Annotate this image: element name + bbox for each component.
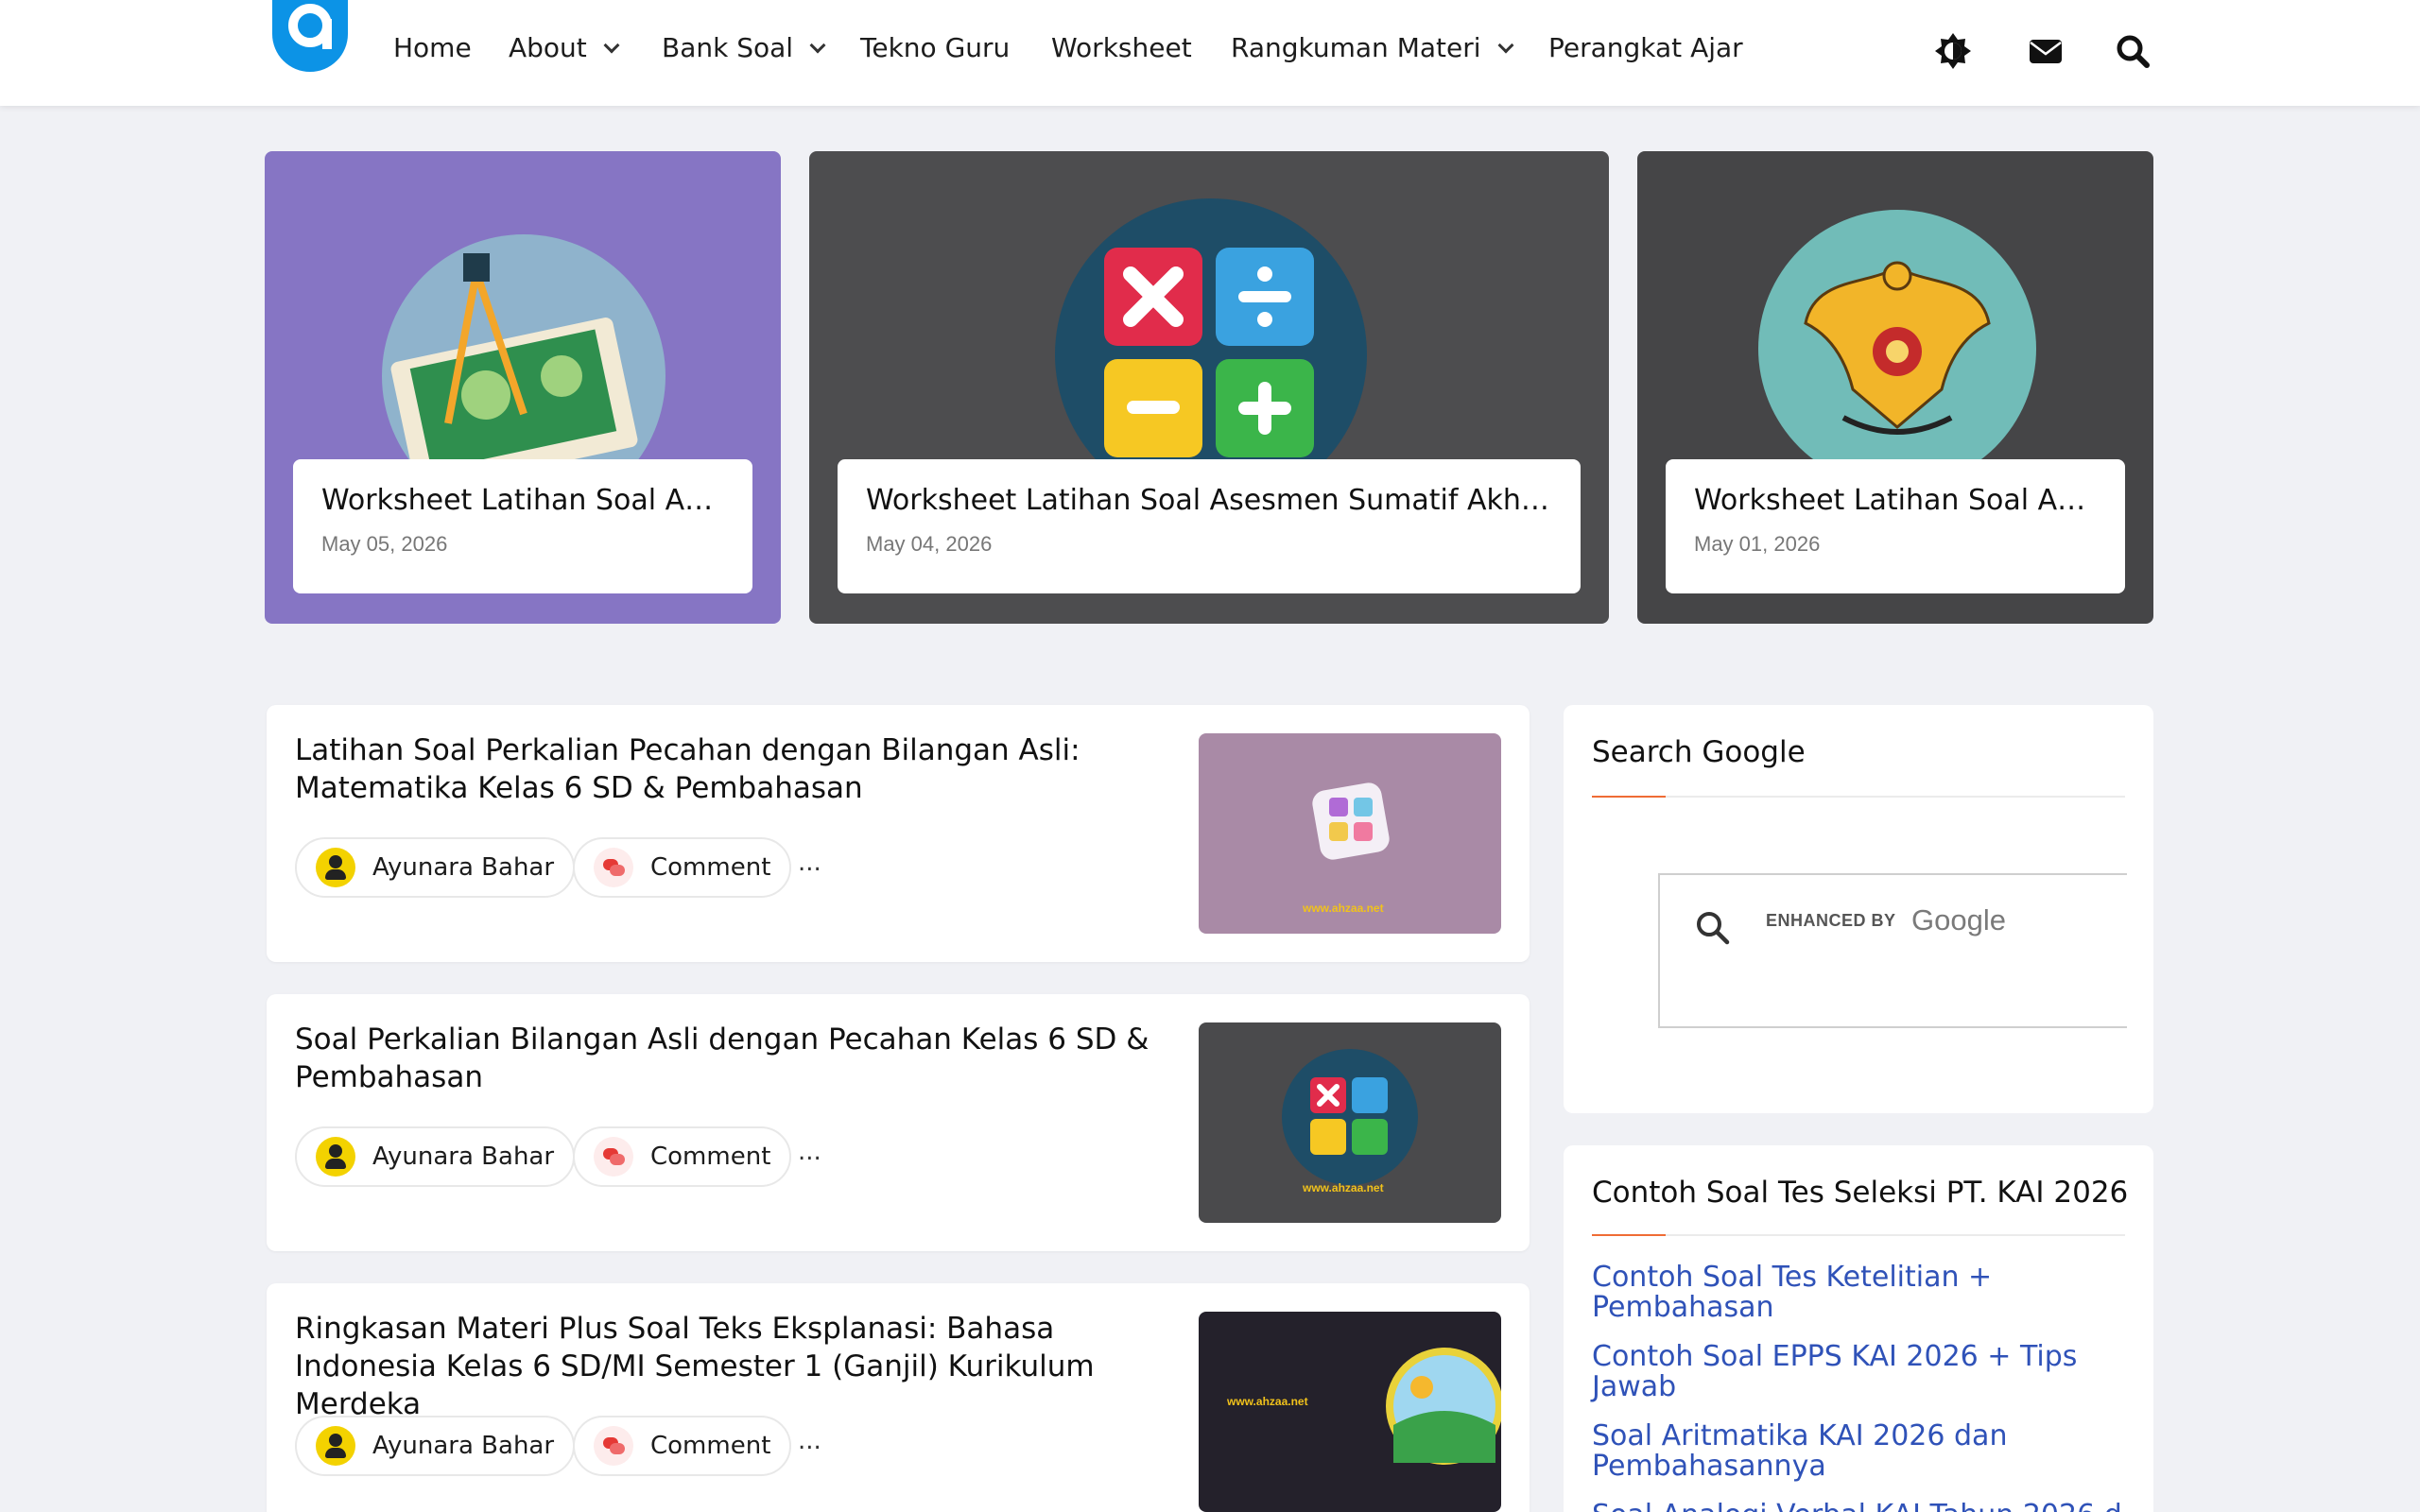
dark-mode-icon[interactable]	[1934, 32, 1972, 70]
search-icon[interactable]	[2114, 32, 2152, 70]
kai-link-2[interactable]: Contoh Soal EPPS KAI 2026 + Tips Jawab	[1592, 1342, 2121, 1402]
author-button[interactable]: Ayunara Bahar	[295, 1126, 576, 1187]
kai-widget: Contoh Soal Tes Seleksi PT. KAI 2026 Con…	[1564, 1145, 2153, 1512]
kai-link-4[interactable]: Soal Analogi Verbal KAI Tahun 2026 dan	[1592, 1501, 2121, 1512]
nav-rangkuman-materi[interactable]: Rangkuman Materi	[1231, 26, 1514, 70]
featured-post-1-date: May 05, 2026	[321, 532, 448, 556]
user-icon	[316, 848, 355, 887]
nav-perangkat-ajar-label: Perangkat Ajar	[1548, 32, 1743, 63]
enhanced-by-label: ENHANCED BY	[1766, 911, 1896, 930]
logo-stem	[322, 19, 332, 49]
author-button[interactable]: Ayunara Bahar	[295, 837, 576, 898]
thumbnail-watermark: www.ahzaa.net	[1303, 1181, 1384, 1194]
nav-home[interactable]: Home	[393, 26, 472, 70]
nav-worksheet-label: Worksheet	[1051, 32, 1192, 63]
comment-icon	[594, 848, 633, 887]
featured-post-1[interactable]: Worksheet Latihan Soal As... May 05, 202…	[265, 151, 781, 624]
comment-label: Comment	[650, 853, 771, 882]
kai-link-1[interactable]: Contoh Soal Tes Ketelitian + Pembahasan	[1592, 1263, 2121, 1323]
more-options[interactable]: ...	[798, 1138, 821, 1166]
comment-label: Comment	[650, 1432, 771, 1460]
author-name: Ayunara Bahar	[372, 1432, 555, 1460]
comment-icon	[594, 1426, 633, 1466]
more-options[interactable]: ...	[798, 1427, 821, 1455]
nav-perangkat-ajar[interactable]: Perangkat Ajar	[1548, 26, 1743, 70]
featured-post-1-title[interactable]: Worksheet Latihan Soal As...	[321, 484, 724, 517]
user-icon	[316, 1426, 355, 1466]
comment-button[interactable]: Comment	[573, 1126, 792, 1187]
chevron-down-icon	[809, 37, 826, 54]
nav-tekno-guru[interactable]: Tekno Guru	[860, 26, 1010, 70]
nav-about[interactable]: About	[509, 26, 620, 70]
featured-post-3[interactable]: Worksheet Latihan Soal As... May 01, 202…	[1637, 151, 2153, 624]
nav-bank-soal[interactable]: Bank Soal	[662, 26, 826, 70]
thumbnail-watermark: www.ahzaa.net	[1303, 902, 1384, 915]
featured-post-2-card: Worksheet Latihan Soal Asesmen Sumatif A…	[838, 459, 1581, 593]
comment-label: Comment	[650, 1143, 771, 1171]
kai-link-3[interactable]: Soal Aritmatika KAI 2026 dan Pembahasann…	[1592, 1421, 2121, 1482]
comment-button[interactable]: Comment	[573, 837, 792, 898]
widget-divider	[1592, 796, 2125, 798]
site-logo[interactable]	[272, 0, 348, 72]
comment-button[interactable]: Comment	[573, 1416, 792, 1476]
post-3-thumbnail[interactable]: www.ahzaa.net	[1199, 1312, 1501, 1512]
nav-rangkuman-materi-label: Rangkuman Materi	[1231, 32, 1481, 63]
featured-post-2-title[interactable]: Worksheet Latihan Soal Asesmen Sumatif A…	[866, 484, 1552, 517]
post-1-title[interactable]: Latihan Soal Perkalian Pecahan dengan Bi…	[295, 731, 1174, 807]
post-card-1: Latihan Soal Perkalian Pecahan dengan Bi…	[267, 705, 1530, 962]
author-name: Ayunara Bahar	[372, 853, 555, 882]
comment-icon	[594, 1137, 633, 1177]
mail-icon[interactable]	[2027, 32, 2065, 70]
post-3-title[interactable]: Ringkasan Materi Plus Soal Teks Eksplana…	[295, 1310, 1174, 1423]
nav-bank-soal-label: Bank Soal	[662, 32, 794, 63]
featured-post-3-title[interactable]: Worksheet Latihan Soal As...	[1694, 484, 2097, 517]
widget-title: Search Google	[1592, 735, 1806, 769]
widget-title: Contoh Soal Tes Seleksi PT. KAI 2026	[1592, 1176, 2129, 1210]
featured-post-2-date: May 04, 2026	[866, 532, 993, 556]
garuda-illustration	[1758, 210, 2036, 488]
site-header: Home About Bank Soal Tekno Guru Workshee…	[0, 0, 2420, 106]
featured-post-3-card: Worksheet Latihan Soal As... May 01, 202…	[1666, 459, 2125, 593]
user-icon	[316, 1137, 355, 1177]
google-brand: Google	[1911, 903, 2006, 936]
nav-about-label: About	[509, 32, 587, 63]
post-card-3: Ringkasan Materi Plus Soal Teks Eksplana…	[267, 1283, 1530, 1512]
chevron-down-icon	[603, 37, 620, 54]
featured-post-2[interactable]: Worksheet Latihan Soal Asesmen Sumatif A…	[809, 151, 1609, 624]
nav-tekno-guru-label: Tekno Guru	[860, 32, 1011, 63]
chevron-down-icon	[1497, 37, 1514, 54]
widget-divider	[1592, 1234, 2125, 1236]
search-google-widget: Search Google ENHANCED BY Google	[1564, 705, 2153, 1113]
search-icon	[1697, 912, 1730, 945]
google-search-box[interactable]: ENHANCED BY Google	[1658, 873, 2127, 1028]
author-name: Ayunara Bahar	[372, 1143, 555, 1171]
post-card-2: Soal Perkalian Bilangan Asli dengan Peca…	[267, 994, 1530, 1251]
author-button[interactable]: Ayunara Bahar	[295, 1416, 576, 1476]
nav-home-label: Home	[393, 32, 472, 63]
thumbnail-watermark: www.ahzaa.net	[1227, 1395, 1308, 1408]
post-2-title[interactable]: Soal Perkalian Bilangan Asli dengan Peca…	[295, 1021, 1174, 1096]
featured-post-3-date: May 01, 2026	[1694, 532, 1821, 556]
post-1-thumbnail[interactable]: www.ahzaa.net	[1199, 733, 1501, 934]
post-2-thumbnail[interactable]: www.ahzaa.net	[1199, 1022, 1501, 1223]
featured-post-1-card: Worksheet Latihan Soal As... May 05, 202…	[293, 459, 752, 593]
more-options[interactable]: ...	[798, 849, 821, 877]
nav-worksheet[interactable]: Worksheet	[1051, 26, 1192, 70]
